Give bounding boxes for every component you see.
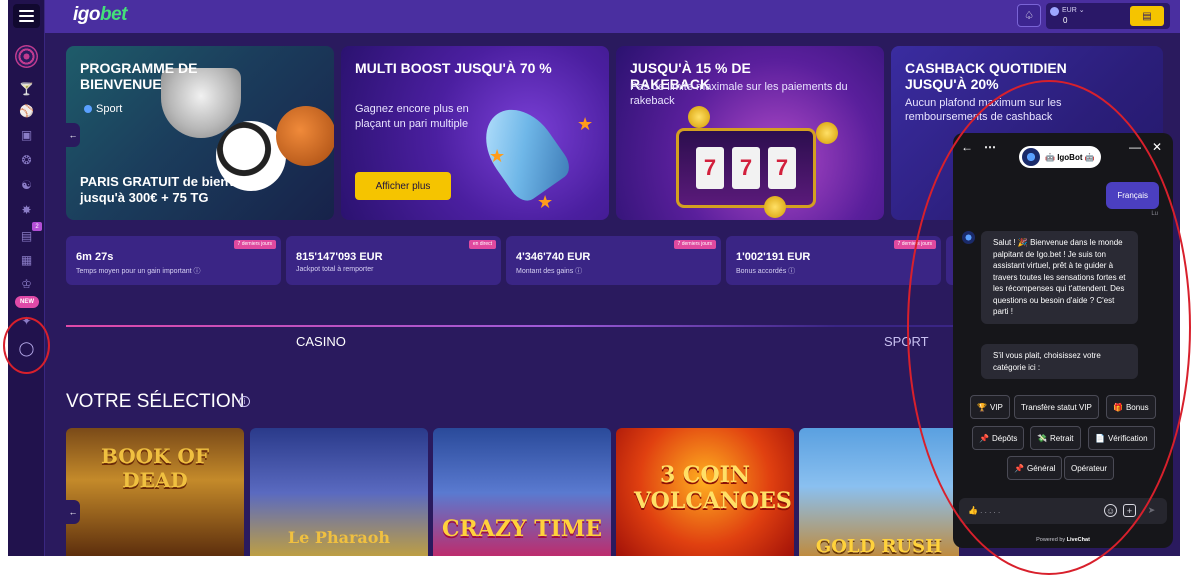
game-title: Le Pharaoh (287, 528, 391, 547)
promo-title: MULTI BOOST JUSQU'À 70 % (355, 60, 552, 76)
promo-banner-welcome[interactable]: PROGRAMME DE BIENVENUE Sport PARIS GRATU… (66, 46, 334, 220)
promo-banner-rakeback[interactable]: 777 JUSQU'À 15 % DE RAKEBACK Pas de limi… (616, 46, 884, 220)
promo-desc: PARIS GRATUIT de bienvenue jusqu'à 300€ … (80, 174, 266, 205)
stat-label: Jackpot total à remporter (296, 266, 374, 273)
promo-prev-arrow-icon[interactable]: ← (66, 123, 80, 147)
sport-icon (84, 105, 92, 113)
promo-desc: Pas de limite maximale sur les paiements… (630, 81, 848, 107)
info-icon[interactable]: ⓘ (788, 268, 795, 275)
game-title: 3 COIN VOLCANOES (634, 462, 792, 514)
stat-card: en direct 815'147'093 EUR Jackpot total … (286, 236, 501, 285)
stat-value: 6m 27s (76, 251, 114, 263)
wallet-currency[interactable]: EUR ⌄ (1062, 6, 1085, 14)
stat-label: Montant des gains ⓘ (516, 268, 583, 275)
wallet-balance[interactable]: EUR ⌄ 0 ▤ (1046, 3, 1170, 29)
stat-badge: en direct (468, 240, 496, 249)
close-icon[interactable]: ✕ (1152, 140, 1162, 154)
currency-coin-icon (1050, 7, 1059, 16)
crown-icon[interactable]: ♔ (14, 274, 39, 294)
stat-card: 7 derniers jours 1'002'191 EUR Bonus acc… (726, 236, 941, 285)
annotation-ring (907, 80, 1191, 575)
game-tile[interactable]: 3 COIN VOLCANOES (616, 428, 794, 556)
section-title: VOTRE SÉLECTION (66, 391, 245, 412)
ball-icon[interactable]: ⚾ (14, 101, 39, 121)
annotation-ring (3, 317, 50, 374)
star-graphic: ★ (577, 114, 594, 134)
coin-graphic (764, 196, 786, 218)
stat-card: 7 derniers jours 6m 27s Temps moyen pour… (66, 236, 281, 285)
game-tile[interactable]: CRAZY TIME (433, 428, 611, 556)
wallet-amount: 0 (1063, 16, 1068, 25)
notifications-bell-icon[interactable]: ♤ (1017, 4, 1041, 27)
sport-tag: Sport (84, 103, 122, 115)
show-more-button[interactable]: Afficher plus (355, 172, 451, 200)
stat-value: 1'002'191 EUR (736, 251, 811, 263)
game-title: GOLD RUSH (815, 536, 943, 556)
group-icon[interactable]: ☯ (14, 175, 39, 195)
roulette-icon[interactable]: ❂ (14, 150, 39, 170)
cocktail-icon[interactable]: 🍸 (14, 79, 39, 99)
promo-title: PROGRAMME DE BIENVENUE (80, 60, 198, 92)
info-icon[interactable]: ⓘ (575, 268, 582, 275)
stat-label: Bonus accordés ⓘ (736, 268, 796, 275)
gift-icon[interactable]: ▦ (14, 250, 39, 270)
count-badge: 2 (32, 222, 42, 231)
game-title: CRAZY TIME (441, 516, 603, 542)
coin-graphic (688, 106, 710, 128)
info-icon[interactable]: ⓘ (194, 268, 201, 275)
promo-desc: Gagnez encore plus en plaçant un pari mu… (355, 103, 469, 130)
wheel-icon[interactable]: ✸ (14, 200, 39, 220)
info-icon[interactable]: i (239, 396, 250, 407)
stat-card: 7 derniers jours 4'346'740 EUR Montant d… (506, 236, 721, 285)
hamburger-menu-button[interactable] (13, 4, 40, 28)
stat-badge: 7 derniers jours (673, 240, 716, 249)
target-icon[interactable] (15, 45, 38, 68)
logo-accent-text: bet (100, 4, 128, 25)
stat-badge: 7 derniers jours (233, 240, 276, 249)
star-graphic: ★ (537, 192, 554, 212)
new-badge: NEW (15, 296, 39, 308)
top-bar: igobet ♤ EUR ⌄ 0 ▤ (45, 0, 1180, 33)
slot-machine-graphic: 777 (676, 128, 816, 208)
tab-casino[interactable]: CASINO (296, 334, 346, 349)
logo-text: igo (73, 4, 101, 25)
deposit-wallet-button[interactable]: ▤ (1130, 6, 1164, 26)
stat-value: 4'346'740 EUR (516, 251, 591, 263)
coin-graphic (816, 122, 838, 144)
star-graphic: ★ (489, 146, 506, 166)
basketball-graphic (276, 106, 334, 166)
sidebar: 🍸 ⚾ ▣ ❂ ☯ ✸ ▤ 2 ▦ ♔ NEW ✦ ◯ (8, 0, 45, 556)
game-tile[interactable]: Le Pharaoh (250, 428, 428, 556)
site-logo[interactable]: igobet (73, 4, 128, 26)
promo-banner-multiboost[interactable]: ★ ★ ★ MULTI BOOST JUSQU'À 70 % Gagnez en… (341, 46, 609, 220)
game-tile[interactable]: BOOK OF DEAD (66, 428, 244, 556)
stat-label: Temps moyen pour un gain important ⓘ (76, 268, 201, 275)
games-prev-arrow-icon[interactable]: ← (66, 500, 80, 524)
stat-value: 815'147'093 EUR (296, 251, 383, 263)
briefcase-icon[interactable]: ▣ (14, 125, 39, 145)
game-title: BOOK OF DEAD (100, 444, 210, 492)
